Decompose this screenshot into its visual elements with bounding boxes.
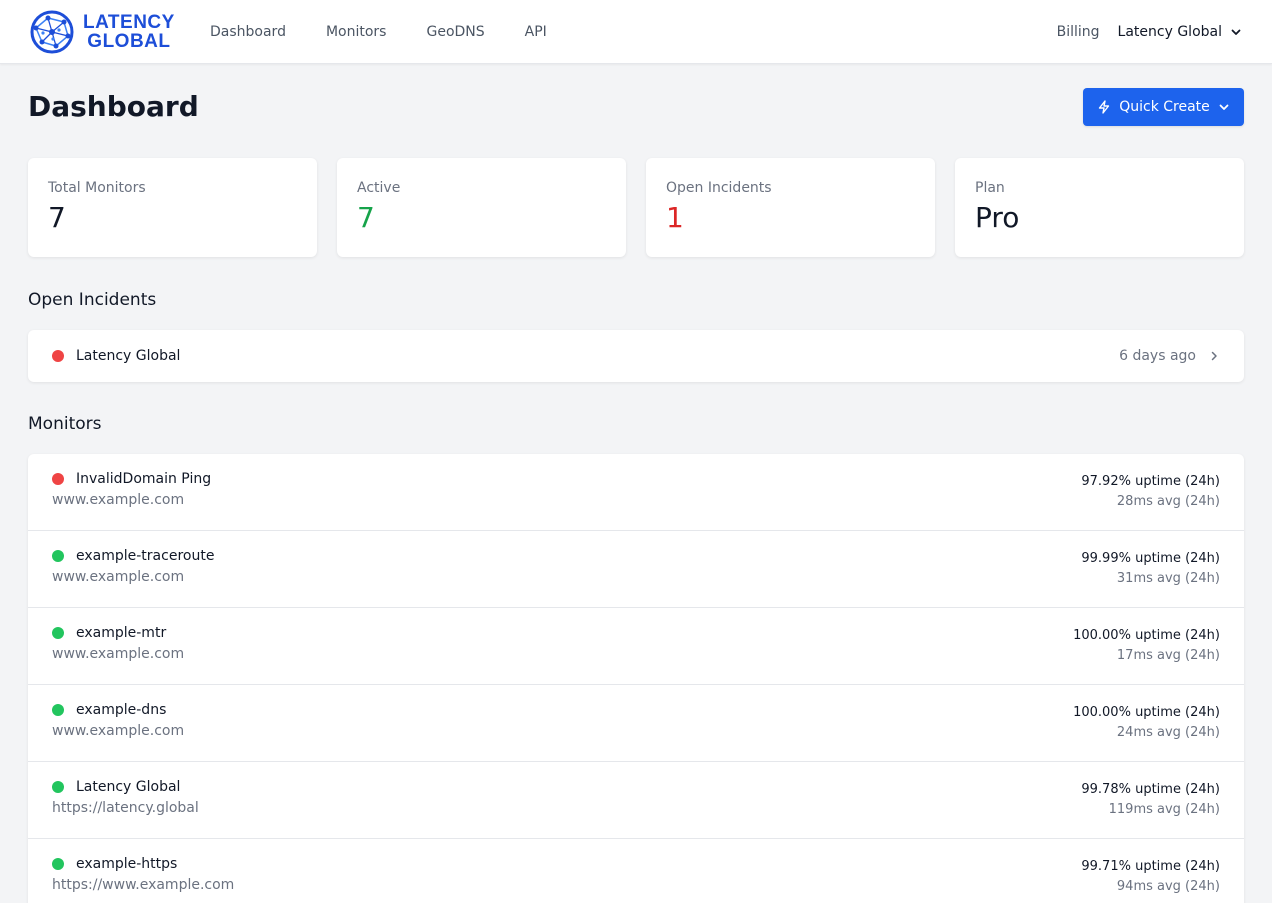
monitor-uptime: 99.71% uptime (24h) [1081,859,1220,874]
monitor-row[interactable]: example-https https://www.example.com 99… [28,839,1244,903]
quick-create-button[interactable]: Quick Create [1083,88,1244,126]
brand-logo[interactable]: LATENCY GLOBAL [28,8,175,56]
incident-row[interactable]: Latency Global 6 days ago [28,330,1244,382]
nav-dashboard[interactable]: Dashboard [210,24,286,40]
main-nav: Dashboard Monitors GeoDNS API [210,0,587,64]
status-dot [52,781,64,793]
stat-label: Open Incidents [666,180,772,196]
stat-label: Plan [975,180,1005,196]
nav-monitors[interactable]: Monitors [326,24,387,40]
lightning-icon [1097,100,1111,114]
monitor-name: example-https [76,856,178,872]
org-name: Latency Global [1117,24,1222,40]
monitor-uptime: 100.00% uptime (24h) [1073,628,1220,643]
monitor-url: www.example.com [52,723,185,739]
stats-row: Total Monitors 7 Active 7 Open Incidents… [28,158,1244,257]
brand-line-1: LATENCY [83,12,175,33]
stat-card-total-monitors: Total Monitors 7 [28,158,317,257]
monitor-row[interactable]: Latency Global https://latency.global 99… [28,762,1244,839]
stat-card-plan: Plan Pro [955,158,1244,257]
chevron-right-icon [1211,351,1217,361]
org-switcher[interactable]: Latency Global [1118,24,1242,40]
globe-network-icon [30,10,74,54]
monitor-avg-latency: 17ms avg (24h) [1116,648,1220,663]
monitor-avg-latency: 28ms avg (24h) [1116,494,1220,509]
monitor-url: www.example.com [52,492,185,508]
monitor-name: example-mtr [76,625,167,641]
monitor-url: https://www.example.com [52,877,235,893]
monitor-list: InvalidDomain Ping www.example.com 97.92… [28,454,1244,903]
monitor-name: InvalidDomain Ping [76,471,212,487]
monitor-uptime: 99.78% uptime (24h) [1081,782,1220,797]
incident-time: 6 days ago [1119,348,1196,364]
status-dot [52,627,64,639]
status-dot [52,550,64,562]
monitor-url: www.example.com [52,646,185,662]
monitor-name: example-traceroute [76,548,215,564]
stat-value: 7 [48,201,66,234]
open-incidents-heading: Open Incidents [28,290,157,310]
account-area: Billing Latency Global [1057,0,1242,64]
monitors-heading: Monitors [28,414,102,434]
stat-card-open-incidents: Open Incidents 1 [646,158,935,257]
page-title: Dashboard [28,90,199,123]
monitor-url: www.example.com [52,569,185,585]
status-dot [52,350,64,362]
monitor-name: Latency Global [76,779,181,795]
billing-link[interactable]: Billing [1057,24,1100,40]
monitor-name: example-dns [76,702,167,718]
monitor-avg-latency: 24ms avg (24h) [1116,725,1220,740]
chevron-down-icon [1218,101,1230,113]
monitor-row[interactable]: InvalidDomain Ping www.example.com 97.92… [28,454,1244,531]
monitor-row[interactable]: example-dns www.example.com 100.00% upti… [28,685,1244,762]
monitor-avg-latency: 94ms avg (24h) [1116,879,1220,894]
stat-value: 1 [666,201,684,234]
status-dot [52,858,64,870]
stat-label: Active [357,180,401,196]
stat-label: Total Monitors [48,180,146,196]
status-dot [52,473,64,485]
incident-name: Latency Global [76,348,181,364]
status-dot [52,704,64,716]
nav-api[interactable]: API [525,24,547,40]
monitor-uptime: 99.99% uptime (24h) [1081,551,1220,566]
monitor-row[interactable]: example-traceroute www.example.com 99.99… [28,531,1244,608]
stat-card-active: Active 7 [337,158,626,257]
top-navigation-bar: LATENCY GLOBAL Dashboard Monitors GeoDNS… [0,0,1272,64]
stat-value: 7 [357,201,375,234]
brand-line-2: GLOBAL [87,31,171,52]
monitor-uptime: 100.00% uptime (24h) [1073,705,1220,720]
monitor-avg-latency: 31ms avg (24h) [1116,571,1220,586]
chevron-down-icon [1231,29,1241,35]
monitor-uptime: 97.92% uptime (24h) [1081,474,1220,489]
nav-geodns[interactable]: GeoDNS [426,24,484,40]
monitor-url: https://latency.global [52,800,199,816]
monitor-avg-latency: 119ms avg (24h) [1108,802,1220,817]
brand-wordmark: LATENCY GLOBAL [83,13,175,51]
quick-create-label: Quick Create [1119,99,1210,115]
stat-value: Pro [975,201,1020,234]
monitor-row[interactable]: example-mtr www.example.com 100.00% upti… [28,608,1244,685]
